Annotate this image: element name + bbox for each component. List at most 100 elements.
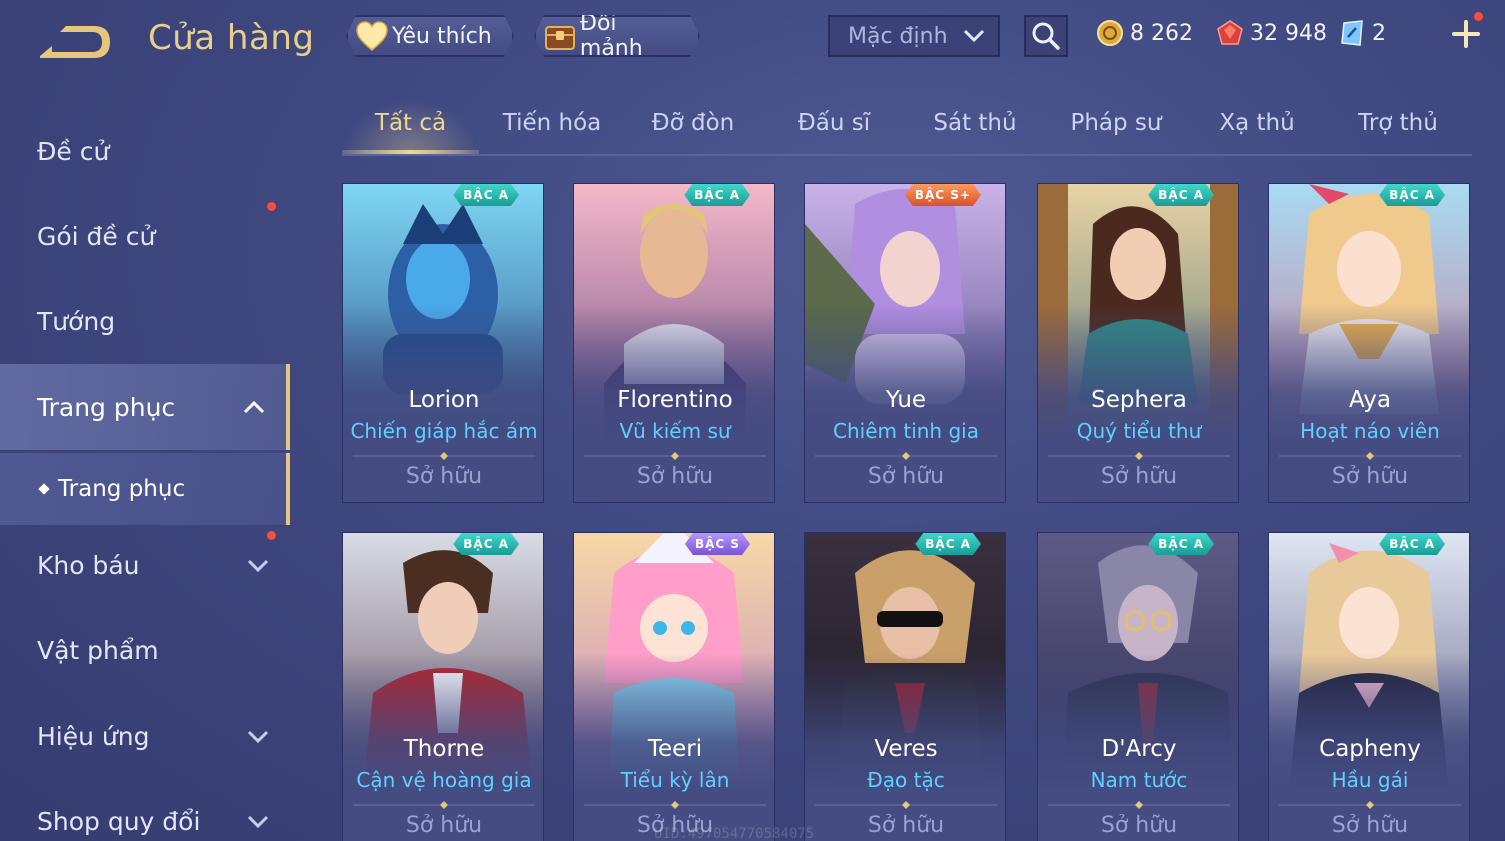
ruby-amount: 32 948 bbox=[1250, 20, 1327, 46]
active-tab-underline bbox=[342, 150, 479, 154]
favorites-button[interactable]: Yêu thích bbox=[346, 15, 514, 57]
skin-name: Chiêm tinh gia bbox=[833, 419, 979, 443]
sidebar-item-label: Hiệu ứng bbox=[37, 721, 150, 751]
divider bbox=[584, 452, 766, 460]
heart-icon bbox=[354, 18, 390, 54]
skin-name: Hoạt náo viên bbox=[1300, 419, 1440, 443]
tier-badge: BẬC A bbox=[1148, 533, 1214, 555]
sidebar-item-skins[interactable]: Trang phục bbox=[0, 364, 290, 450]
hero-name: Aya bbox=[1349, 387, 1391, 413]
ownership-status: Sở hữu bbox=[867, 813, 945, 838]
ruby-balance: 32 948 bbox=[1216, 18, 1327, 48]
fragment-exchange-button[interactable]: Đổi mảnh bbox=[534, 15, 700, 57]
sidebar-item-label: Đề cử bbox=[37, 136, 110, 166]
hero-name: Capheny bbox=[1319, 736, 1421, 762]
hero-name: Yue bbox=[885, 387, 927, 413]
sidebar-item-heroes[interactable]: Tướng bbox=[0, 278, 290, 364]
sidebar-item-label: Tướng bbox=[37, 306, 116, 336]
sidebar-item-recommended-bundles[interactable]: Gói đề cử bbox=[0, 193, 290, 279]
chevron-down-icon bbox=[963, 29, 985, 43]
ownership-status: Sở hữu bbox=[1331, 813, 1409, 838]
tier-badge: BẬC A bbox=[453, 533, 519, 555]
sort-value: Mặc định bbox=[848, 23, 948, 49]
ownership-status: Sở hữu bbox=[1331, 464, 1409, 489]
divider bbox=[1279, 801, 1461, 809]
sidebar-item-label: Vật phẩm bbox=[37, 635, 159, 665]
sidebar-item-effects[interactable]: Hiệu ứng bbox=[0, 693, 290, 779]
hero-name: Lorion bbox=[408, 387, 480, 413]
sidebar-subitem-label: Trang phục bbox=[58, 476, 186, 502]
tier-badge: BẬC S bbox=[685, 533, 750, 555]
skin-card[interactable]: BẬC S Teeri Tiểu kỳ lân Sở hữu bbox=[573, 532, 775, 841]
divider bbox=[815, 801, 997, 809]
gold-coin-icon bbox=[1097, 20, 1123, 46]
skin-card[interactable]: BẬC A Lorion Chiến giáp hắc ám Sở hữu bbox=[342, 183, 544, 503]
back-arrow-icon[interactable] bbox=[36, 20, 116, 64]
fragment-exchange-label: Đổi mảnh bbox=[579, 11, 643, 61]
gold-amount: 8 262 bbox=[1130, 20, 1193, 46]
chevron-down-icon bbox=[247, 559, 269, 573]
treasure-chest-icon bbox=[542, 18, 578, 54]
skin-card[interactable]: BẬC A Veres Đạo tặc Sở hữu bbox=[804, 532, 1006, 841]
tab-support[interactable]: Trợ thủ bbox=[1330, 110, 1466, 154]
uid-watermark: UID:497054770584075 bbox=[654, 826, 815, 841]
ownership-status: Sở hữu bbox=[405, 813, 483, 838]
page-title: Cửa hàng bbox=[148, 18, 315, 58]
top-bar: Cửa hàng Yêu thích Đổi mảnh Mặc định 8 2… bbox=[0, 0, 1505, 80]
divider bbox=[584, 801, 766, 809]
divider bbox=[1048, 801, 1230, 809]
tab-assassin[interactable]: Sát thủ bbox=[907, 110, 1043, 154]
search-icon bbox=[1032, 22, 1060, 50]
tab-marksman[interactable]: Xạ thủ bbox=[1189, 110, 1325, 154]
skin-card[interactable]: BẬC A D'Arcy Nam tước Sở hữu bbox=[1037, 532, 1239, 841]
tab-evolution[interactable]: Tiến hóa bbox=[484, 110, 620, 154]
sidebar-item-exchange-shop[interactable]: Shop quy đổi bbox=[0, 778, 290, 841]
ruby-gem-icon bbox=[1217, 20, 1243, 45]
skin-card[interactable]: BẬC A Florentino Vũ kiếm sư Sở hữu bbox=[573, 183, 775, 503]
hero-name: Florentino bbox=[617, 387, 733, 413]
tier-badge: BẬC S+ bbox=[905, 184, 981, 206]
ownership-status: Sở hữu bbox=[405, 464, 483, 489]
search-button[interactable] bbox=[1024, 15, 1068, 57]
hero-name: Teeri bbox=[647, 736, 703, 762]
tab-mage[interactable]: Pháp sư bbox=[1048, 110, 1184, 154]
skin-card[interactable]: BẬC A Aya Hoạt náo viên Sở hữu bbox=[1268, 183, 1470, 503]
chevron-down-icon bbox=[247, 815, 269, 829]
sidebar-item-items[interactable]: Vật phẩm bbox=[0, 607, 290, 693]
skin-grid: BẬC A Lorion Chiến giáp hắc ám Sở hữu BẬ… bbox=[342, 183, 1472, 841]
tab-all[interactable]: Tất cả bbox=[342, 110, 479, 154]
ownership-status: Sở hữu bbox=[867, 464, 945, 489]
divider bbox=[353, 452, 535, 460]
skin-name: Vũ kiếm sư bbox=[619, 419, 731, 443]
sort-dropdown[interactable]: Mặc định bbox=[828, 15, 1000, 57]
skin-name: Tiểu kỳ lân bbox=[620, 768, 730, 792]
skin-card[interactable]: BẬC S+ Yue Chiêm tinh gia Sở hữu bbox=[804, 183, 1006, 503]
bullet-diamond-icon bbox=[38, 483, 50, 495]
skin-card[interactable]: BẬC A Capheny Hầu gái Sở hữu bbox=[1268, 532, 1470, 841]
chevron-up-icon bbox=[243, 400, 265, 414]
ownership-status: Sở hữu bbox=[1100, 464, 1178, 489]
voucher-ticket-icon bbox=[1341, 20, 1363, 46]
skin-name: Quý tiểu thư bbox=[1076, 419, 1202, 443]
skin-card[interactable]: BẬC A Sephera Quý tiểu thư Sở hữu bbox=[1037, 183, 1239, 503]
plus-icon[interactable] bbox=[1450, 18, 1482, 50]
sidebar-item-recommended[interactable]: Đề cử bbox=[0, 108, 290, 194]
tier-badge: BẬC A bbox=[915, 533, 981, 555]
divider bbox=[815, 452, 997, 460]
tier-badge: BẬC A bbox=[1379, 184, 1445, 206]
tab-fighter[interactable]: Đấu sĩ bbox=[766, 110, 902, 154]
ownership-status: Sở hữu bbox=[636, 464, 714, 489]
tier-badge: BẬC A bbox=[684, 184, 750, 206]
sidebar-subitem-skins[interactable]: Trang phục bbox=[0, 453, 290, 525]
sidebar-item-label: Gói đề cử bbox=[37, 221, 156, 251]
sidebar-item-treasure[interactable]: Kho báu bbox=[0, 522, 290, 608]
hero-name: D'Arcy bbox=[1101, 736, 1177, 762]
skin-name: Cận vệ hoàng gia bbox=[356, 768, 532, 792]
hero-name: Sephera bbox=[1091, 387, 1187, 413]
chevron-down-icon bbox=[247, 730, 269, 744]
notification-dot bbox=[1474, 12, 1483, 21]
tier-badge: BẬC A bbox=[1148, 184, 1214, 206]
tab-tank[interactable]: Đỡ đòn bbox=[625, 110, 761, 154]
skin-name: Hầu gái bbox=[1331, 768, 1409, 792]
skin-card[interactable]: BẬC A Thorne Cận vệ hoàng gia Sở hữu bbox=[342, 532, 544, 841]
